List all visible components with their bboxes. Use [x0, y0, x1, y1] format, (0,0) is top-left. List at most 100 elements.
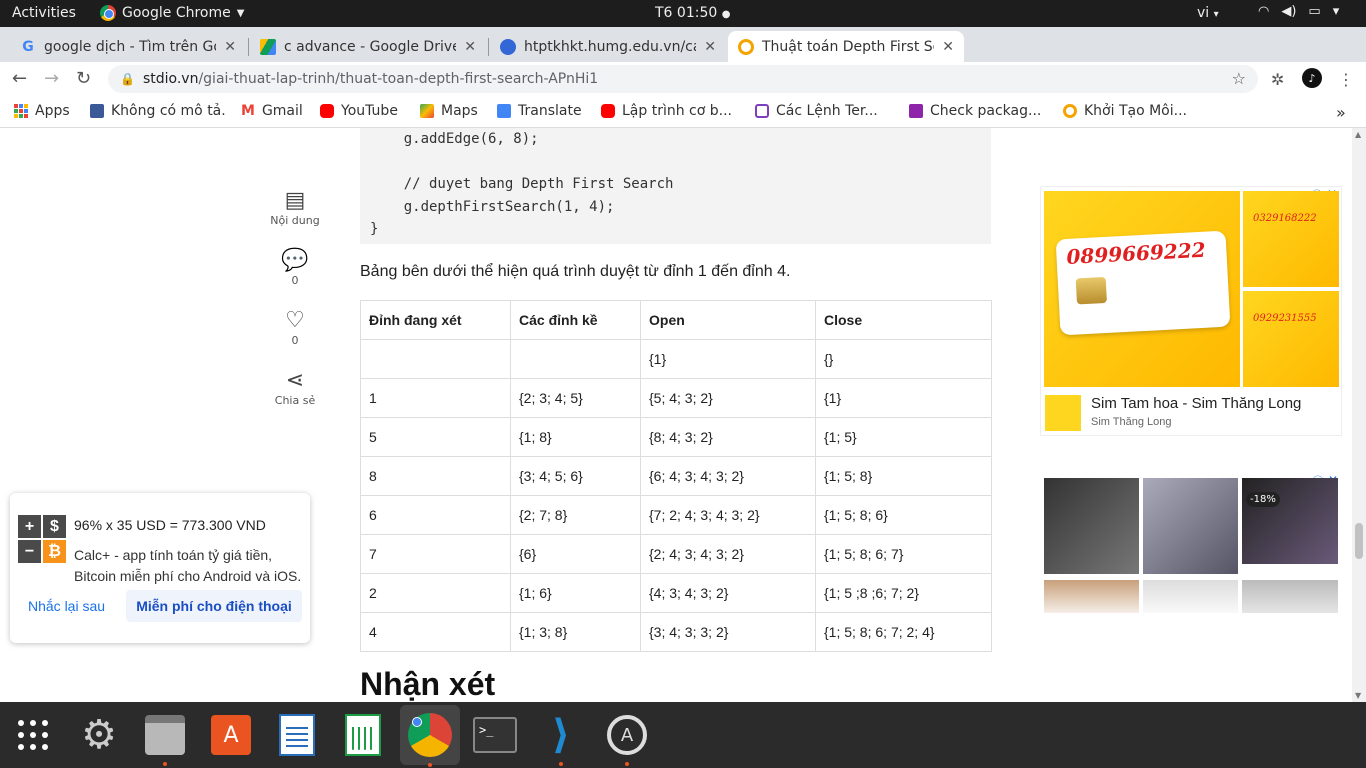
chevron-down-icon: ▾ — [1332, 4, 1340, 19]
show-apps-button[interactable] — [8, 710, 58, 760]
contents-button[interactable]: ▤ Nội dung — [262, 188, 328, 227]
reload-button[interactable]: ↻ — [76, 68, 91, 89]
back-button[interactable]: ← — [12, 68, 27, 89]
reload-icon: ↻ — [76, 68, 92, 89]
table-cell: 7 — [360, 534, 511, 574]
profile-avatar[interactable]: ♪ — [1302, 68, 1322, 88]
comment-button[interactable]: 💬 0 — [262, 248, 328, 287]
bookmark-check-package[interactable]: Check packag... — [909, 103, 1041, 119]
ad-image-small: 0929231555 — [1243, 291, 1339, 387]
tiktok-icon: ♪ — [1308, 71, 1316, 85]
system-tray[interactable]: ◠ ◀) ▭ ▾ — [1258, 4, 1339, 19]
bookmark-maps[interactable]: Maps — [420, 103, 478, 119]
page-scrollbar[interactable]: ▲ ▼ — [1352, 128, 1366, 702]
bookmark-apps[interactable]: Apps — [14, 103, 70, 119]
bookmarks-bar: Apps Không có mô tả. M Gmail YouTube Map… — [0, 96, 1366, 128]
writer-icon — [279, 714, 315, 756]
apps-grid-icon — [14, 104, 28, 118]
tab-google-drive[interactable]: c advance - Google Drive ✕ — [250, 31, 486, 62]
scrollbar-thumb[interactable] — [1355, 523, 1363, 559]
bookmark-label: Translate — [518, 103, 582, 119]
tab-google-search[interactable]: G google dịch - Tìm trên Go ✕ — [10, 31, 246, 62]
app-menu[interactable]: Google Chrome ▼ — [100, 5, 244, 21]
dock-chrome[interactable] — [400, 705, 460, 767]
table-cell — [510, 339, 641, 379]
ubuntu-dock: ⚙ A >_ ⟩ A — [0, 702, 1366, 768]
bookmark-label: Check packag... — [930, 103, 1042, 119]
product-image — [1143, 580, 1238, 613]
ad-title[interactable]: Sim Tam hoa - Sim Thăng Long — [1091, 395, 1301, 412]
table-cell: {3; 4; 5; 6} — [510, 456, 641, 496]
activities-button[interactable]: Activities — [12, 5, 76, 21]
kebab-menu-icon: ⋮ — [1338, 70, 1354, 89]
clock[interactable]: T6 01:50 ● — [655, 5, 730, 21]
clock-text: T6 01:50 — [655, 5, 718, 21]
dock-updater[interactable]: A — [602, 710, 652, 766]
close-icon[interactable]: ✕ — [942, 39, 954, 55]
product-image — [1044, 580, 1139, 613]
scroll-up-icon[interactable]: ▲ — [1355, 130, 1361, 139]
vscode-icon: ⟩ — [551, 712, 571, 758]
address-bar[interactable]: 🔒 stdio.vn/giai-thuat-lap-trinh/thuat-to… — [108, 65, 1258, 93]
table-cell: {3; 4; 3; 3; 2} — [640, 612, 816, 652]
drive-icon — [260, 38, 276, 55]
table-cell: {1; 5; 8; 6; 7; 2; 4} — [815, 612, 992, 652]
dock-writer[interactable] — [272, 710, 322, 760]
menu-button[interactable]: ⋮ — [1338, 70, 1354, 89]
discount-badge: -18% — [1246, 492, 1280, 507]
page-viewport[interactable]: g.addEdge(6, 8); // duyet bang Depth Fir… — [0, 128, 1352, 702]
code-block: g.addEdge(6, 8); // duyet bang Depth Fir… — [360, 128, 991, 244]
dock-settings[interactable]: ⚙ — [74, 710, 124, 760]
google-icon: G — [22, 38, 34, 55]
free-download-button[interactable]: Miễn phí cho điện thoại — [126, 590, 302, 622]
tab-humg[interactable]: htptkhkt.humg.edu.vn/ca ✕ — [490, 31, 726, 62]
remind-later-button[interactable]: Nhắc lại sau — [28, 598, 105, 614]
bookmark-facebook[interactable]: Không có mô tả. — [90, 103, 226, 119]
dock-software[interactable]: A — [206, 710, 256, 760]
dock-calc[interactable] — [338, 710, 388, 760]
product-image — [1242, 580, 1338, 613]
bookmark-star-button[interactable]: ☆ — [1232, 69, 1246, 88]
app-name: Google Chrome — [122, 5, 231, 21]
like-button[interactable]: ♡ 0 — [262, 308, 328, 347]
calc-icon — [345, 714, 381, 756]
gmail-icon: M — [241, 103, 255, 119]
table-row: 8 {3; 4; 5; 6} {6; 4; 3; 4; 3; 2} {1; 5; 8} — [360, 456, 992, 496]
bookmark-cac-lenh[interactable]: Các Lệnh Ter... — [755, 103, 878, 119]
share-button[interactable]: ⋖ Chia sẻ — [262, 368, 328, 407]
bookmark-khoi-tao[interactable]: Khởi Tạo Môi... — [1063, 103, 1187, 119]
ad-image-main: 0899669222 — [1044, 191, 1240, 387]
tab-depth-first-search[interactable]: Thuật toán Depth First Se ✕ — [728, 31, 964, 62]
close-icon[interactable]: ✕ — [224, 39, 236, 55]
contents-label: Nội dung — [270, 214, 320, 227]
table-cell: {1; 8} — [510, 417, 641, 457]
bookmark-gmail[interactable]: M Gmail — [241, 103, 303, 119]
table-row: {1}{} — [360, 339, 992, 379]
language-indicator[interactable]: vi ▾ — [1197, 5, 1219, 21]
table-cell: {1; 5 ;8 ;6; 7; 2} — [815, 573, 992, 613]
dock-files[interactable] — [140, 710, 190, 766]
package-icon — [909, 104, 923, 118]
wifi-icon: ◠ — [1258, 4, 1270, 19]
clothing-advertisement[interactable]: ⓘ✕ -18% — [1040, 473, 1342, 613]
bookmark-youtube[interactable]: YouTube — [320, 103, 398, 119]
more-bookmarks-button[interactable]: » — [1336, 103, 1346, 122]
table-cell: {1; 6} — [510, 573, 641, 613]
dock-vscode[interactable]: ⟩ — [536, 710, 586, 766]
table-header: Open — [640, 300, 816, 340]
extensions-button[interactable]: ✲ — [1271, 70, 1284, 89]
bookmark-lap-trinh[interactable]: Lập trình cơ b... — [601, 103, 732, 119]
sim-advertisement[interactable]: ⓘ✕ 0899669222 0329168222 0929231555 Sim … — [1040, 186, 1342, 436]
table-cell: {8; 4; 3; 2} — [640, 417, 816, 457]
scroll-down-icon[interactable]: ▼ — [1355, 691, 1361, 700]
dock-terminal[interactable]: >_ — [470, 710, 520, 760]
popup-headline: 96% x 35 USD = 773.300 VND — [74, 517, 266, 533]
table-cell: 6 — [360, 495, 511, 535]
close-icon[interactable]: ✕ — [704, 39, 716, 55]
like-count: 0 — [291, 334, 299, 347]
close-icon[interactable]: ✕ — [464, 39, 476, 55]
bookmark-translate[interactable]: Translate — [497, 103, 582, 119]
product-image: -18% — [1242, 478, 1338, 564]
forward-button[interactable]: → — [44, 68, 59, 89]
updater-icon: A — [607, 715, 647, 755]
